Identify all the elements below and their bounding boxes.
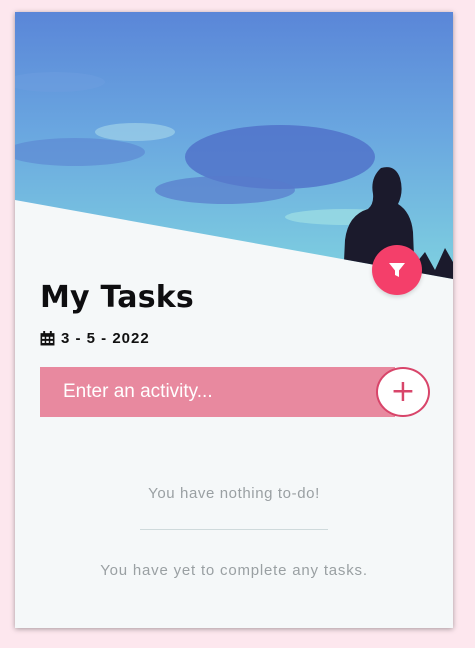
date-text: 3 - 5 - 2022 (61, 330, 150, 347)
add-activity-button[interactable]: + (376, 367, 430, 417)
filter-button[interactable] (372, 245, 422, 295)
calendar-icon (40, 331, 55, 346)
page-title: My Tasks (40, 280, 194, 315)
date-display: 3 - 5 - 2022 (40, 330, 150, 347)
filter-icon (388, 261, 406, 279)
section-divider (140, 529, 328, 530)
task-card: My Tasks 3 - 5 - 2022 + You have nothing… (15, 12, 453, 628)
activity-input[interactable] (40, 367, 395, 417)
completed-empty-message: You have yet to complete any tasks. (100, 562, 368, 579)
header-image (15, 12, 453, 282)
todo-empty-message: You have nothing to-do! (148, 485, 320, 502)
activity-input-row: + (40, 367, 430, 417)
